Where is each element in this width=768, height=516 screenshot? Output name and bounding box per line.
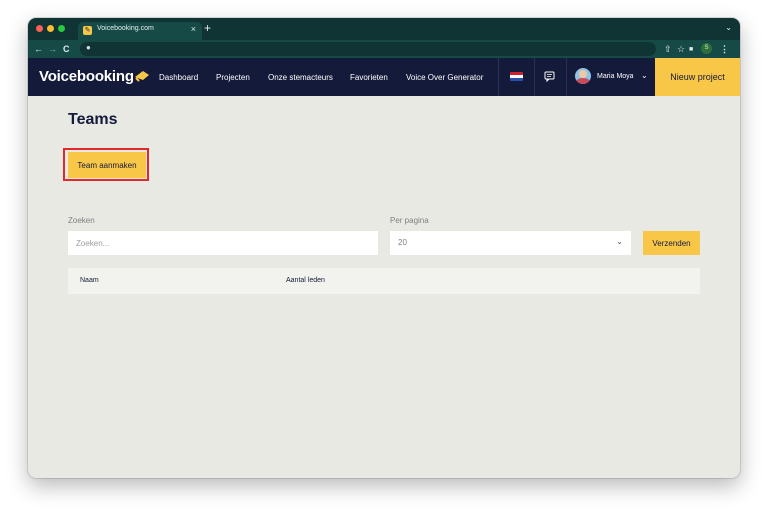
maximize-window-button[interactable] [58, 25, 65, 32]
column-header-naam[interactable]: Naam [80, 277, 99, 284]
nav-projecten[interactable]: Projecten [216, 73, 250, 82]
nav-divider [534, 58, 535, 96]
nav-favorieten[interactable]: Favorieten [350, 73, 388, 82]
browser-menu-icon[interactable]: ⋮ [720, 43, 729, 55]
teams-table-header: Naam Aantal leden [68, 268, 700, 294]
user-menu-chevron-icon[interactable]: ⌄ [641, 71, 648, 80]
minimize-window-button[interactable] [47, 25, 54, 32]
nav-voice-over-generator[interactable]: Voice Over Generator [406, 73, 483, 82]
search-label: Zoeken [68, 216, 95, 225]
user-avatar[interactable] [575, 68, 591, 84]
browser-window: ✎ Voicebooking.com × + ⌄ ← → C ● ⇧ ☆ ■ S… [28, 18, 740, 478]
new-tab-button[interactable]: + [204, 21, 211, 35]
back-arrow-icon[interactable]: ← [34, 43, 43, 55]
chat-icon[interactable] [544, 71, 555, 82]
per-page-select[interactable]: 20 ⌄ [390, 231, 631, 255]
dutch-flag-icon[interactable] [510, 72, 523, 81]
browser-tab-strip: ✎ Voicebooking.com × + ⌄ [28, 18, 740, 40]
browser-toolbar: ← → C ● ⇧ ☆ ■ S ⋮ [28, 40, 740, 58]
profile-avatar[interactable]: S [701, 43, 712, 54]
user-name[interactable]: Maria Moya [597, 73, 634, 80]
per-page-label: Per pagina [390, 216, 429, 225]
nav-onze-stemacteurs[interactable]: Onze stemacteurs [268, 73, 333, 82]
page-title: Teams [68, 111, 118, 128]
new-project-button[interactable]: Nieuw project [655, 58, 740, 96]
share-icon[interactable]: ⇧ [664, 43, 672, 55]
chevron-down-icon: ⌄ [616, 237, 623, 246]
close-window-button[interactable] [36, 25, 43, 32]
reload-icon[interactable]: C [63, 43, 70, 55]
tab-title: Voicebooking.com [97, 25, 154, 32]
column-header-aantal-leden[interactable]: Aantal leden [286, 277, 325, 284]
site-header: Voicebooking Dashboard Projecten Onze st… [28, 58, 740, 96]
extensions-icon[interactable]: ■ [689, 44, 693, 56]
nav-divider [498, 58, 499, 96]
tab-close-icon[interactable]: × [191, 24, 196, 34]
lock-icon: ● [86, 43, 91, 52]
per-page-value: 20 [398, 238, 407, 247]
nav-divider [566, 58, 567, 96]
bookmark-star-icon[interactable]: ☆ [677, 43, 685, 55]
tab-search-chevron-icon[interactable]: ⌄ [725, 23, 732, 32]
voicebooking-favicon-icon: ✎ [83, 26, 92, 35]
voicebooking-logo[interactable]: Voicebooking [39, 68, 134, 85]
search-input[interactable] [68, 231, 378, 255]
submit-button[interactable]: Verzenden [643, 231, 700, 255]
browser-tab[interactable]: ✎ Voicebooking.com × [78, 22, 202, 40]
highlight-box [63, 148, 149, 181]
nav-dashboard[interactable]: Dashboard [159, 73, 198, 82]
forward-arrow-icon[interactable]: → [48, 43, 57, 55]
address-bar[interactable]: ● [80, 42, 656, 56]
megaphone-logo-icon [135, 71, 149, 82]
